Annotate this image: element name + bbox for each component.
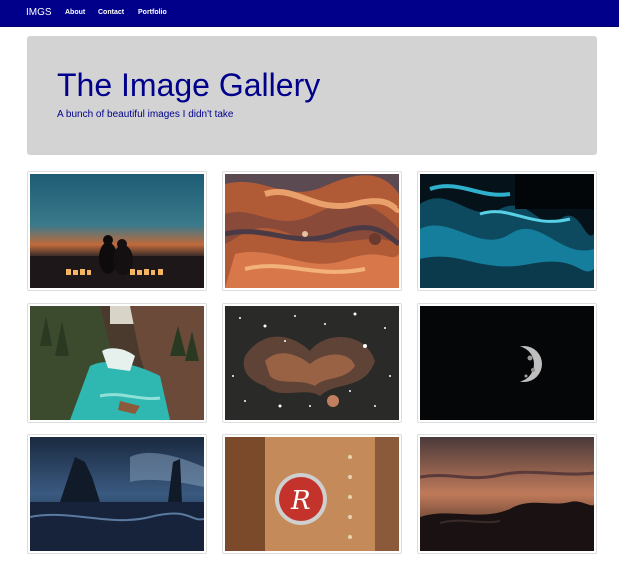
nav-link-portfolio[interactable]: Portfolio [138, 9, 167, 16]
jumbotron: The Image Gallery A bunch of beautiful i… [27, 36, 597, 155]
svg-text:R: R [290, 486, 311, 516]
gallery-image-sea-stacks[interactable] [27, 434, 207, 554]
gallery-image-couple-sunset[interactable] [27, 171, 207, 291]
gallery-image-teal-abstract[interactable] [417, 171, 597, 291]
gallery-image-moon[interactable] [417, 303, 597, 423]
page-subtitle: A bunch of beautiful images I didn't tak… [57, 109, 234, 120]
page-title: The Image Gallery [57, 67, 321, 103]
nav-link-contact[interactable]: Contact [98, 9, 124, 16]
gallery-image-river-canyon[interactable] [27, 303, 207, 423]
gallery-image-abstract-paint[interactable] [222, 171, 402, 291]
brand-link[interactable]: IMGS [26, 7, 52, 18]
gallery-image-dusk-clouds[interactable] [417, 434, 597, 554]
gallery-image-baseball-glove[interactable]: R [222, 434, 402, 554]
gallery-image-nebula[interactable] [222, 303, 402, 423]
navbar: IMGS About Contact Portfolio [0, 0, 619, 27]
nav-link-about[interactable]: About [65, 9, 85, 16]
